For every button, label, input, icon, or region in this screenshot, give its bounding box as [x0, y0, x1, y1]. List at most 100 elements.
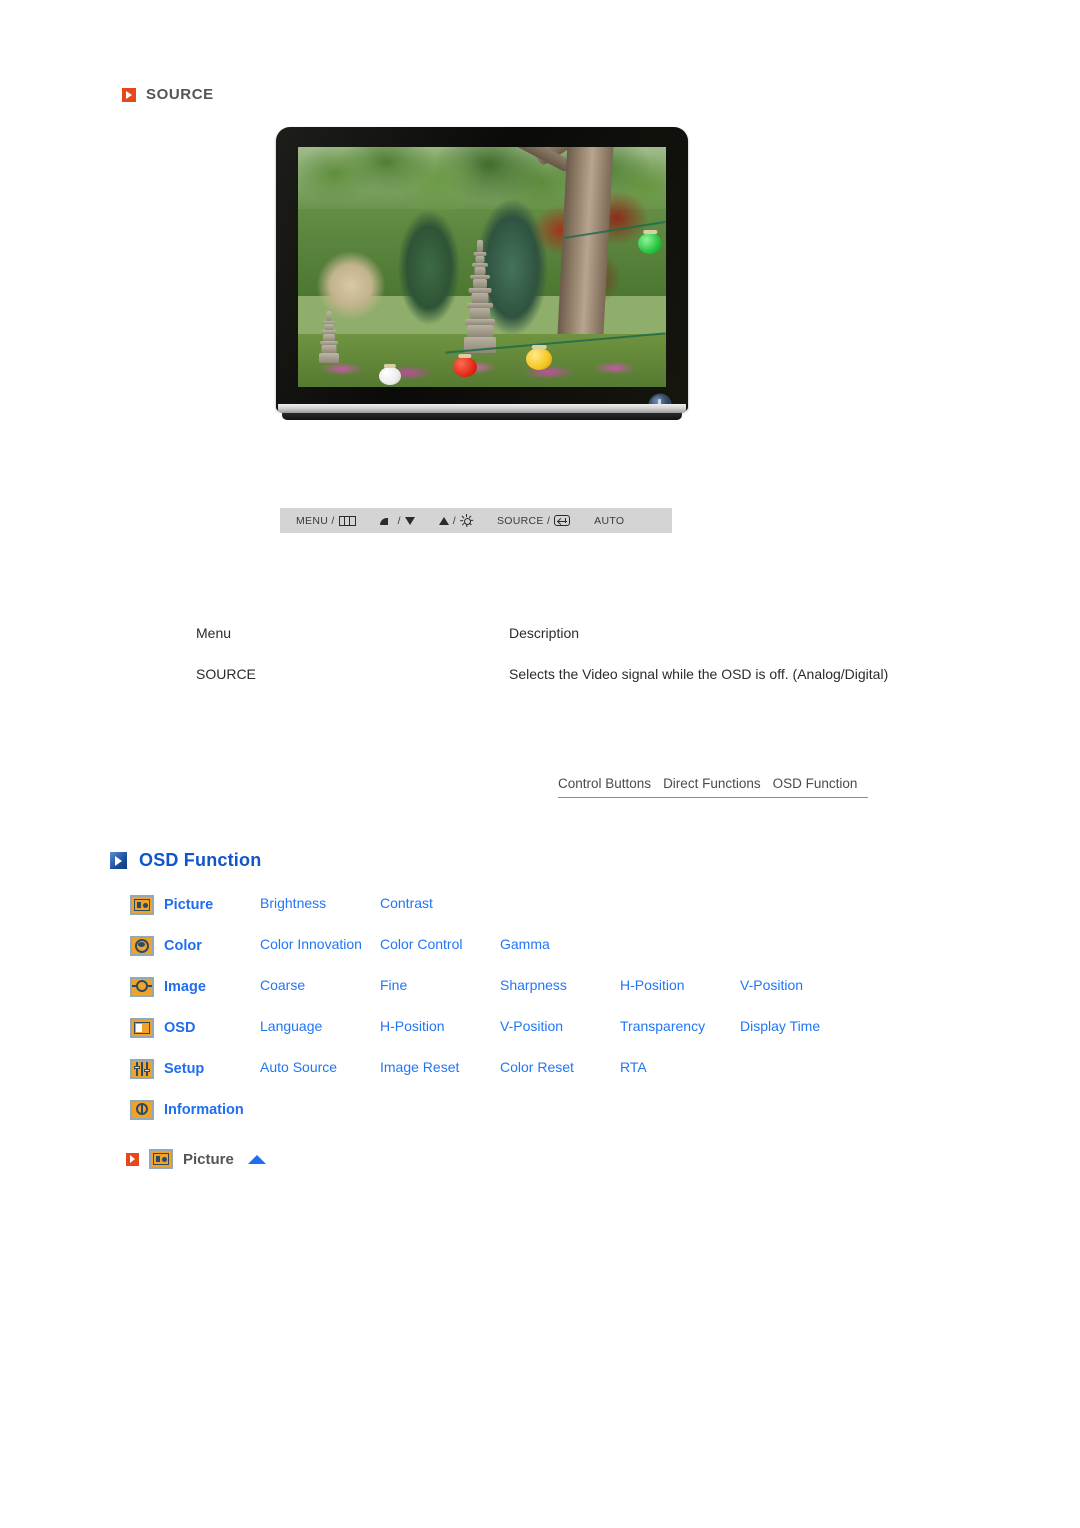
osd-category-setup[interactable]: Setup [130, 1057, 260, 1079]
osd-function-title: OSD Function [139, 850, 262, 870]
image-menu-icon [130, 977, 154, 997]
osd-category-label: Setup [164, 1061, 205, 1077]
control-button-source-label: SOURCE / [497, 514, 551, 527]
lantern-white [378, 366, 401, 385]
osd-item-language[interactable]: Language [260, 1016, 380, 1036]
table-header-row: Menu Description [196, 625, 896, 641]
setup-menu-icon [130, 1059, 154, 1079]
osd-category-label: Information [164, 1102, 244, 1118]
table-row: SOURCE Selects the Video signal while th… [196, 666, 896, 682]
picture-menu-icon [130, 895, 154, 915]
flower-bed [298, 348, 666, 383]
osd-item-empty [620, 893, 740, 895]
garden-photo [298, 147, 666, 387]
osd-item-fine[interactable]: Fine [380, 975, 500, 995]
osd-item-empty [380, 1098, 500, 1100]
control-separator: / [397, 514, 401, 527]
control-separator: / [452, 514, 456, 527]
control-button-source-enter[interactable]: SOURCE / [497, 514, 571, 527]
osd-category-osd[interactable]: OSD [130, 1016, 260, 1038]
play-square-orange-icon [122, 87, 136, 102]
monitor-control-button-bar: MENU / / / SOURCE / AUTO [280, 508, 672, 533]
tab-direct-functions[interactable]: Direct Functions [663, 776, 761, 791]
triangle-up-blue-icon[interactable] [247, 1154, 266, 1164]
osd-item-v-position[interactable]: V-Position [500, 1016, 620, 1036]
picture-subsection-title: Picture [183, 1150, 234, 1168]
osd-item-color-control[interactable]: Color Control [380, 934, 500, 954]
brightness-sun-icon [460, 514, 474, 527]
osd-category-label: OSD [164, 1020, 196, 1036]
column-header-menu: Menu [196, 625, 232, 641]
osd-category-information[interactable]: Information [130, 1098, 260, 1120]
cell-menu-name: SOURCE [196, 666, 256, 682]
osd-item-image-reset[interactable]: Image Reset [380, 1057, 500, 1077]
osd-row-picture: Picture Brightness Contrast [130, 893, 890, 925]
osd-item-empty [740, 1057, 860, 1059]
osd-item-rta[interactable]: RTA [620, 1057, 740, 1077]
menu-description-table: Menu Description SOURCE Selects the Vide… [196, 625, 896, 682]
control-button-menu[interactable]: MENU / [296, 515, 356, 527]
picture-subsection-heading: Picture [126, 1149, 266, 1169]
picture-menu-icon [149, 1149, 173, 1169]
play-square-orange-icon [126, 1152, 139, 1166]
tab-osd-function[interactable]: OSD Function [773, 776, 858, 791]
osd-item-coarse[interactable]: Coarse [260, 975, 380, 995]
osd-category-label: Image [164, 979, 206, 995]
osd-item-auto-source[interactable]: Auto Source [260, 1057, 380, 1077]
monitor-bezel [276, 127, 688, 415]
osd-row-setup: Setup Auto Source Image Reset Color Rese… [130, 1057, 890, 1089]
control-button-menu-label: MENU / [296, 514, 335, 527]
cell-menu-description: Selects the Video signal while the OSD i… [509, 666, 889, 682]
osd-item-sharpness[interactable]: Sharpness [500, 975, 620, 995]
osd-function-heading: OSD Function [110, 850, 261, 871]
osd-item-empty [740, 934, 860, 936]
osd-menu-icon [130, 1018, 154, 1038]
control-button-contrast-down[interactable]: / [379, 514, 415, 527]
tab-control-buttons[interactable]: Control Buttons [558, 776, 651, 791]
page-title: SOURCE [146, 86, 214, 103]
osd-item-transparency[interactable]: Transparency [620, 1016, 740, 1036]
osd-category-image[interactable]: Image [130, 975, 260, 997]
monitor-screen [298, 147, 666, 387]
control-button-up-brightness[interactable]: / [438, 514, 474, 527]
control-button-auto-label: AUTO [594, 514, 625, 527]
osd-category-picture[interactable]: Picture [130, 893, 260, 915]
lantern-red [452, 357, 477, 378]
osd-item-display-time[interactable]: Display Time [740, 1016, 860, 1036]
section-tab-navigation: Control Buttons Direct Functions OSD Fun… [558, 776, 868, 798]
control-button-auto[interactable]: AUTO [594, 515, 624, 527]
osd-item-contrast[interactable]: Contrast [380, 893, 500, 913]
osd-category-color[interactable]: Color [130, 934, 260, 956]
monitor-silver-strip [278, 404, 686, 413]
osd-item-empty [740, 1098, 860, 1100]
osd-item-h-position[interactable]: H-Position [380, 1016, 500, 1036]
stone-pagoda-main [460, 228, 500, 354]
osd-item-h-position[interactable]: H-Position [620, 975, 740, 995]
menu-panel-icon [338, 515, 356, 526]
color-menu-icon [130, 936, 154, 956]
triangle-up-icon [438, 516, 449, 525]
osd-item-v-position[interactable]: V-Position [740, 975, 860, 995]
information-menu-icon [130, 1100, 154, 1120]
enter-key-icon [554, 515, 571, 526]
osd-item-empty [740, 893, 860, 895]
osd-category-label: Color [164, 938, 202, 954]
osd-category-label: Picture [164, 897, 214, 913]
osd-row-image: Image Coarse Fine Sharpness H-Position V… [130, 975, 890, 1007]
osd-item-empty [620, 1098, 740, 1100]
column-header-description: Description [509, 625, 580, 641]
osd-item-empty [500, 893, 620, 895]
osd-row-osd: OSD Language H-Position V-Position Trans… [130, 1016, 890, 1048]
osd-item-brightness[interactable]: Brightness [260, 893, 380, 913]
osd-item-color-reset[interactable]: Color Reset [500, 1057, 620, 1077]
contrast-icon [379, 517, 394, 525]
source-section-heading: SOURCE [122, 86, 214, 103]
osd-item-color-innovation[interactable]: Color Innovation [260, 934, 380, 954]
play-square-blue-icon [110, 852, 127, 869]
osd-function-menu-grid: Picture Brightness Contrast Color Color … [130, 893, 890, 1139]
monitor-illustration [276, 127, 688, 432]
osd-item-empty [260, 1098, 380, 1100]
osd-item-gamma[interactable]: Gamma [500, 934, 620, 954]
triangle-down-icon [404, 516, 415, 525]
document-page: SOURCE MENU / / / SOURCE / AUTO Menu Des… [0, 0, 1080, 1528]
